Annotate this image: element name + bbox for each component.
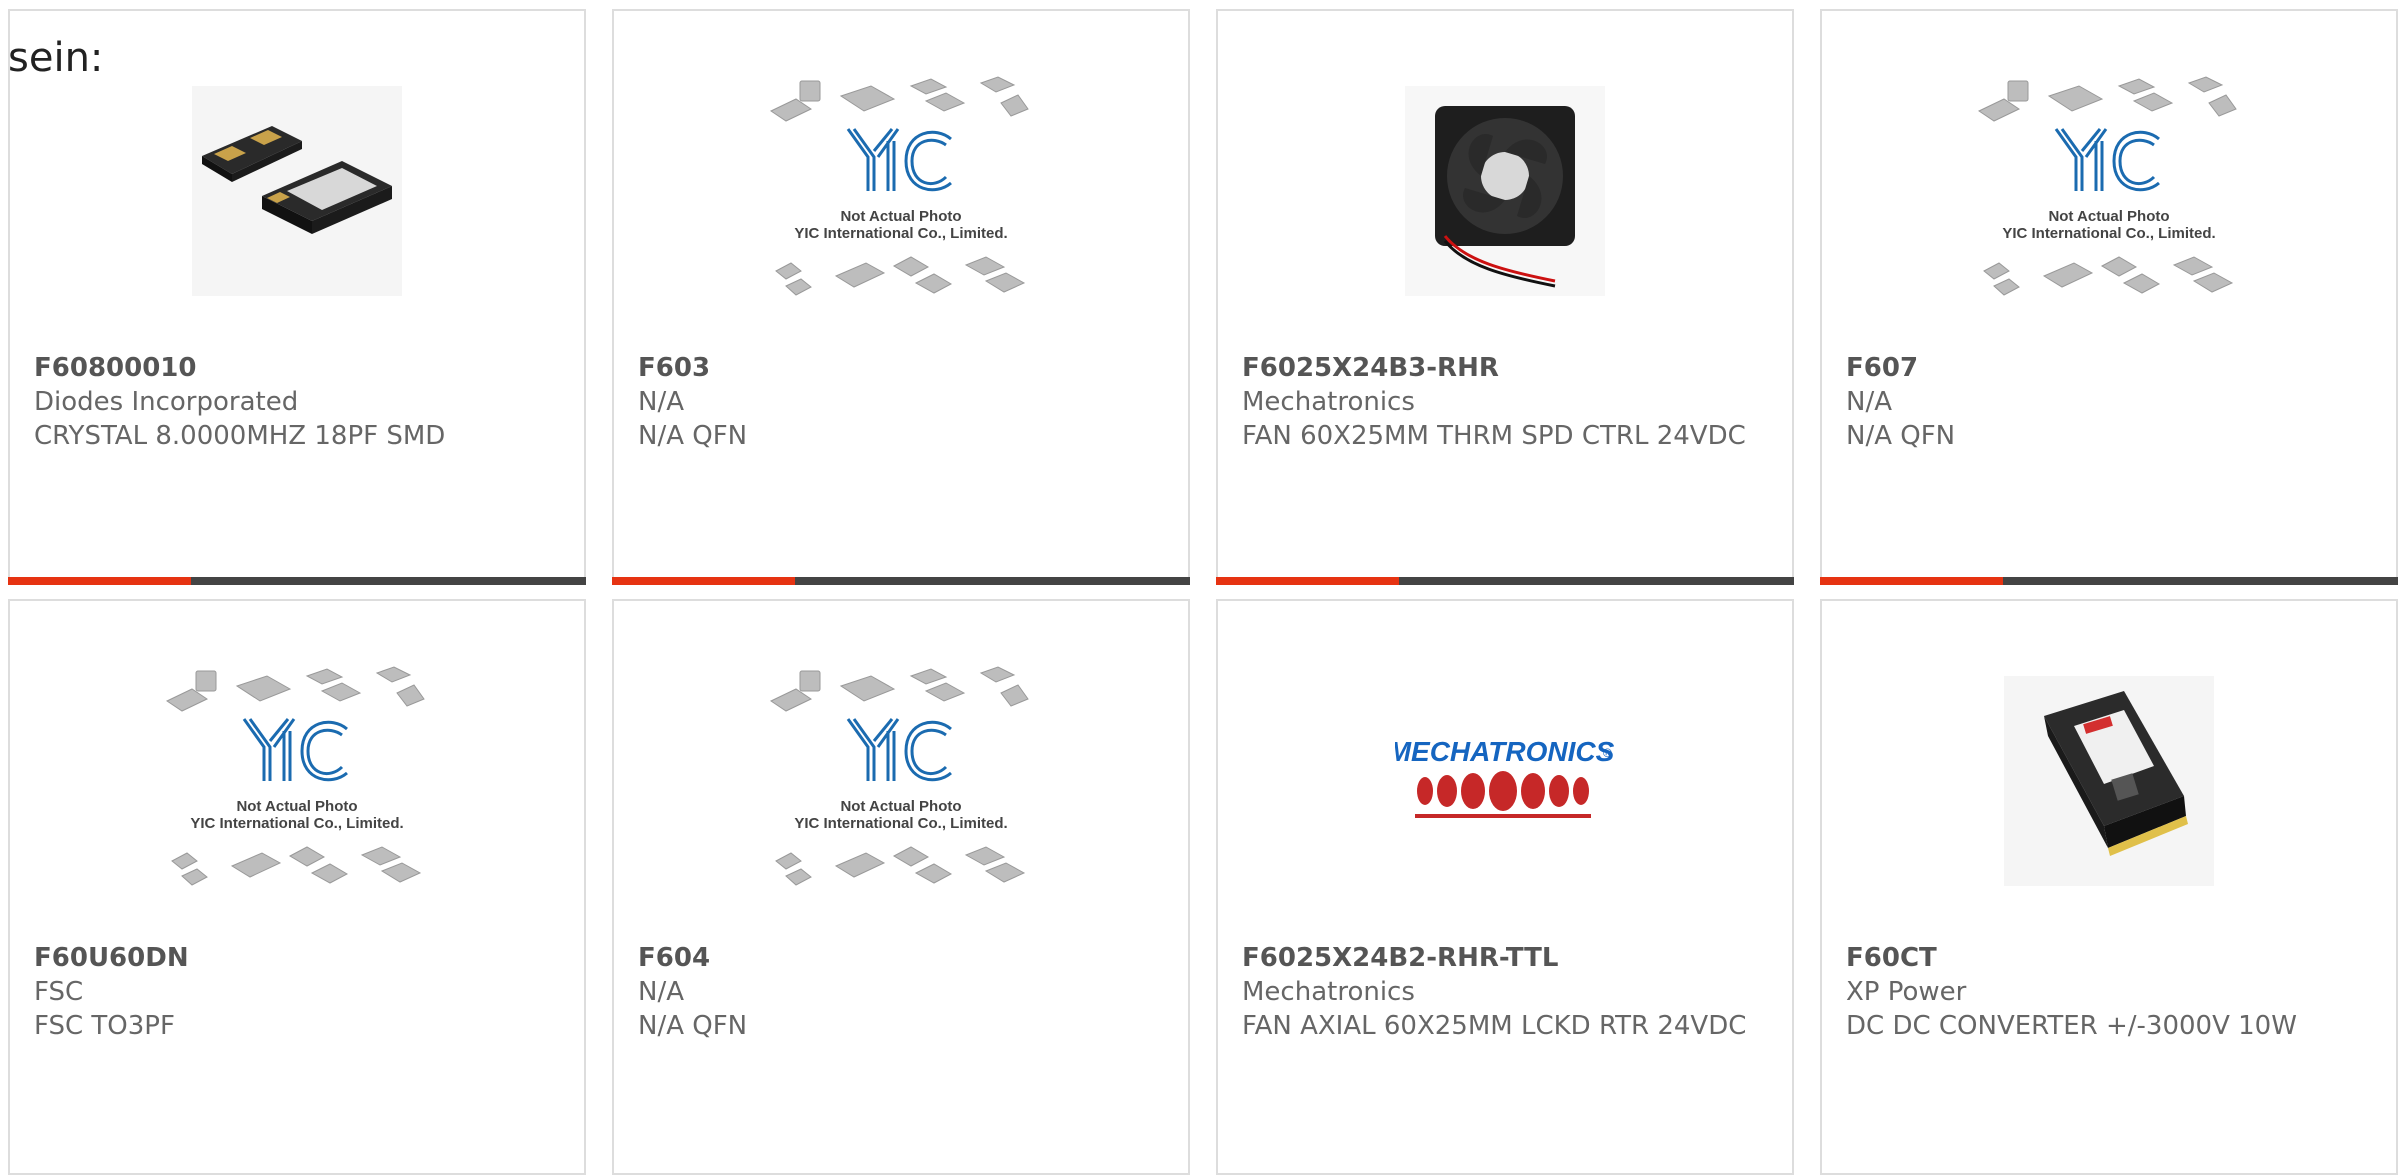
dc-converter-icon [2004, 676, 2214, 886]
description: N/A QFN [638, 421, 748, 451]
description: FAN 60X25MM THRM SPD CTRL 24VDC [1242, 421, 1746, 451]
placeholder-caption-2: YIC International Co., Limited. [190, 815, 403, 832]
description: N/A QFN [638, 1011, 748, 1041]
yic-placeholder-icon: Not Actual Photo YIC International Co., … [769, 76, 1029, 296]
section-label: sein: [8, 35, 104, 81]
part-number[interactable]: F60CT [1846, 941, 2372, 975]
description: FAN AXIAL 60X25MM LCKD RTR 24VDC [1242, 1011, 1747, 1041]
product-image-placeholder[interactable]: Not Actual Photo YIC International Co., … [1822, 76, 2396, 301]
part-number[interactable]: F607 [1846, 351, 2372, 385]
placeholder-caption-2: YIC International Co., Limited. [794, 225, 1007, 242]
placeholder-caption-2: YIC International Co., Limited. [794, 815, 1007, 832]
product-card[interactable]: F6025X24B3-RHR Mechatronics FAN 60X25MM … [1216, 9, 1794, 585]
product-image-placeholder[interactable]: Not Actual Photo YIC International Co., … [614, 76, 1188, 301]
part-number[interactable]: F6025X24B2-RHR-TTL [1242, 941, 1768, 975]
card-bottom-bar [1216, 577, 1794, 585]
placeholder-caption-1: Not Actual Photo [236, 798, 357, 815]
part-number[interactable]: F603 [638, 351, 1164, 385]
mechatronics-logo-icon: MECHATRONICS ® [1395, 736, 1615, 818]
manufacturer: Diodes Incorporated [34, 387, 299, 417]
placeholder-caption-1: Not Actual Photo [2048, 208, 2169, 225]
product-card[interactable]: Not Actual Photo YIC International Co., … [612, 599, 1190, 1175]
part-number[interactable]: F604 [638, 941, 1164, 975]
manufacturer: Mechatronics [1242, 387, 1415, 417]
part-number[interactable]: F60U60DN [34, 941, 560, 975]
manufacturer: XP Power [1846, 977, 1967, 1007]
card-bottom-bar [8, 577, 586, 585]
product-image-fan[interactable] [1218, 81, 1792, 301]
placeholder-caption-2: YIC International Co., Limited. [2002, 225, 2215, 242]
placeholder-caption-1: Not Actual Photo [840, 798, 961, 815]
manufacturer: Mechatronics [1242, 977, 1415, 1007]
fan-icon [1405, 86, 1605, 296]
product-image-crystal[interactable] [10, 81, 584, 301]
logo-text: MECHATRONICS [1395, 736, 1615, 767]
placeholder-caption-1: Not Actual Photo [840, 208, 961, 225]
manufacturer: N/A [638, 977, 684, 1007]
manufacturer: N/A [1846, 387, 1892, 417]
product-card[interactable]: Not Actual Photo YIC International Co., … [8, 599, 586, 1175]
manufacturer: N/A [638, 387, 684, 417]
product-card[interactable]: F60800010 Diodes Incorporated CRYSTAL 8.… [8, 9, 586, 585]
description: CRYSTAL 8.0000MHZ 18PF SMD [34, 421, 446, 451]
description: DC DC CONVERTER +/-3000V 10W [1846, 1011, 2297, 1041]
product-image-logo[interactable]: MECHATRONICS ® [1218, 671, 1792, 891]
manufacturer: FSC [34, 977, 84, 1007]
product-card[interactable]: Not Actual Photo YIC International Co., … [1820, 9, 2398, 585]
svg-text:®: ® [1603, 746, 1612, 760]
card-bottom-bar [612, 577, 1190, 585]
yic-placeholder-icon: Not Actual Photo YIC International Co., … [1977, 76, 2237, 296]
card-bottom-bar [1820, 577, 2398, 585]
part-number[interactable]: F6025X24B3-RHR [1242, 351, 1768, 385]
part-number[interactable]: F60800010 [34, 351, 560, 385]
product-card[interactable]: MECHATRONICS ® F6025X24B2-RHR-TTL Mechat… [1216, 599, 1794, 1175]
yic-placeholder-icon: Not Actual Photo YIC International Co., … [769, 666, 1029, 886]
yic-placeholder-icon: Not Actual Photo YIC International Co., … [165, 666, 425, 886]
product-image-converter[interactable] [1822, 671, 2396, 891]
product-card[interactable]: F60CT XP Power DC DC CONVERTER +/-3000V … [1820, 599, 2398, 1175]
product-image-placeholder[interactable]: Not Actual Photo YIC International Co., … [614, 666, 1188, 891]
product-card[interactable]: Not Actual Photo YIC International Co., … [612, 9, 1190, 585]
crystal-smd-icon [192, 86, 402, 296]
product-image-placeholder[interactable]: Not Actual Photo YIC International Co., … [10, 666, 584, 891]
description: FSC TO3PF [34, 1011, 175, 1041]
description: N/A QFN [1846, 421, 1956, 451]
